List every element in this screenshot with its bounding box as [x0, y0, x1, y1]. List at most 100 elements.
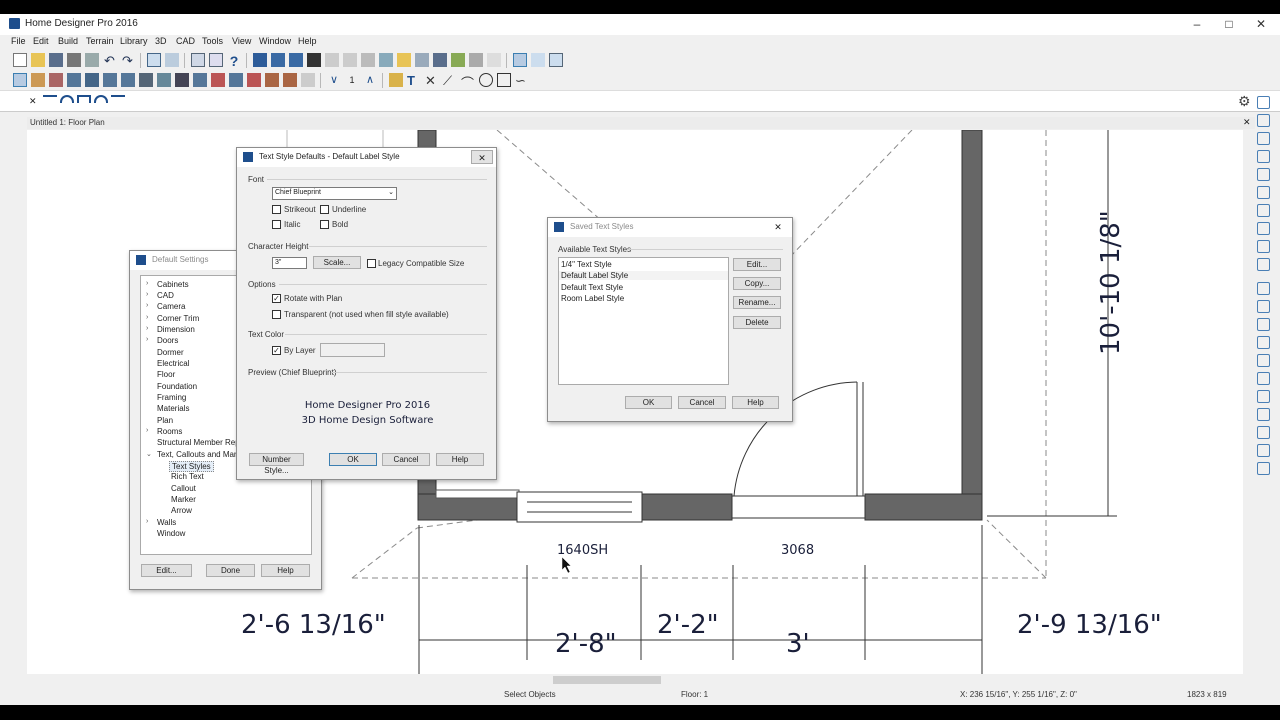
arch-icon[interactable] [60, 95, 74, 103]
help-button[interactable]: Help [261, 564, 310, 577]
tool-icon[interactable] [1257, 258, 1270, 271]
tool-icon[interactable] [415, 53, 429, 67]
help-button[interactable]: Help [732, 396, 779, 409]
cancel-button[interactable]: Cancel [382, 453, 430, 466]
menu-3d[interactable]: 3D [155, 36, 167, 46]
menu-file[interactable]: File [11, 36, 26, 46]
tool-icon[interactable] [469, 53, 483, 67]
footprints-icon[interactable] [307, 53, 321, 67]
number-style-button[interactable]: Number Style... [249, 453, 304, 475]
menu-terrain[interactable]: Terrain [86, 36, 114, 46]
layout-icon[interactable] [191, 53, 205, 67]
wall-icon[interactable] [49, 73, 63, 87]
expand-icon[interactable]: › [146, 314, 148, 321]
tool-icon[interactable] [229, 73, 243, 87]
cad-x-icon[interactable]: ✕ [425, 73, 439, 88]
menu-edit[interactable]: Edit [33, 36, 49, 46]
tool-icon[interactable] [1257, 300, 1270, 313]
spline-icon[interactable]: ∽ [515, 73, 529, 88]
underline-checkbox[interactable] [320, 205, 329, 214]
tree-item[interactable]: Framing [157, 393, 186, 402]
tool-icon[interactable] [1257, 426, 1270, 439]
expand-icon[interactable]: › [146, 302, 148, 309]
tool-icon[interactable] [193, 73, 207, 87]
tree-item[interactable]: Doors [157, 336, 178, 345]
tree-item[interactable]: Plan [157, 416, 173, 425]
expand-icon[interactable]: › [146, 518, 148, 525]
floor-up-icon[interactable] [271, 53, 285, 67]
cancel-button[interactable]: Cancel [678, 396, 726, 409]
tool-icon[interactable] [31, 73, 45, 87]
tree-item[interactable]: Structural Member Rep [157, 438, 240, 447]
bold-checkbox[interactable] [320, 220, 329, 229]
tree-item[interactable]: Text, Callouts and Mark [157, 450, 241, 459]
select-objects-icon[interactable] [13, 73, 27, 87]
font-select[interactable]: Chief Blueprint ⌄ [272, 187, 397, 200]
menu-cad[interactable]: CAD [176, 36, 195, 46]
tree-item[interactable]: CAD [157, 291, 174, 300]
close-window-button[interactable]: ✕ [1247, 16, 1275, 32]
tree-item[interactable]: Arrow [171, 506, 192, 515]
cabinet-icon[interactable] [121, 73, 135, 87]
ok-button[interactable]: OK [329, 453, 377, 466]
tree-item[interactable]: Camera [157, 302, 185, 311]
circle-icon[interactable] [479, 73, 493, 87]
zoom-in-icon[interactable] [1257, 114, 1270, 127]
new-file-icon[interactable] [13, 53, 27, 67]
undo-icon[interactable]: ↶ [104, 53, 118, 68]
tree-item[interactable]: Dimension [157, 325, 195, 334]
tree-item-selected[interactable]: Text Styles [169, 461, 214, 472]
strikeout-checkbox[interactable] [272, 205, 281, 214]
tool-icon[interactable] [247, 73, 261, 87]
expand-icon[interactable]: › [146, 325, 148, 332]
scale-button[interactable]: Scale... [313, 256, 361, 269]
tool-icon[interactable] [157, 73, 171, 87]
tool-icon[interactable] [85, 73, 99, 87]
dimension-icon[interactable] [389, 73, 403, 87]
tool-icon[interactable] [1257, 168, 1270, 181]
style-item[interactable]: Room Label Style [561, 294, 624, 303]
color-swatch[interactable] [320, 343, 385, 357]
menu-build[interactable]: Build [58, 36, 78, 46]
delete-style-button[interactable]: Delete [733, 316, 781, 329]
print-icon[interactable] [67, 53, 81, 67]
tool-icon[interactable] [531, 53, 545, 67]
tool-icon[interactable] [301, 73, 315, 87]
pliers-icon[interactable] [165, 53, 179, 67]
zoom-out-icon[interactable] [1257, 132, 1270, 145]
tool-icon[interactable] [1257, 408, 1270, 421]
tool-icon[interactable] [265, 73, 279, 87]
minimize-button[interactable]: – [1183, 16, 1211, 32]
transparent-checkbox[interactable] [272, 310, 281, 319]
stairs-icon[interactable] [175, 73, 189, 87]
style-item[interactable]: 1/4" Text Style [561, 260, 612, 269]
tool-icon[interactable] [361, 53, 375, 67]
italic-checkbox[interactable] [272, 220, 281, 229]
chevron-down-icon[interactable]: ∨ [327, 73, 341, 87]
rectangle-icon[interactable] [497, 73, 511, 87]
menu-view[interactable]: View [232, 36, 251, 46]
tool-icon[interactable] [1257, 150, 1270, 163]
tool-icon[interactable] [1257, 372, 1270, 385]
tool-icon[interactable] [1257, 240, 1270, 253]
tree-item[interactable]: Corner Trim [157, 314, 199, 323]
done-button[interactable]: Done [206, 564, 255, 577]
layer-icon[interactable] [209, 53, 223, 67]
close-icon[interactable]: ✕ [471, 150, 493, 164]
collapse-icon[interactable]: ⌄ [146, 450, 152, 458]
gear-icon[interactable]: ⚙ [1238, 93, 1251, 110]
bar-icon[interactable] [43, 95, 57, 103]
tool-icon[interactable] [1257, 354, 1270, 367]
close-icon[interactable]: ✕ [767, 220, 789, 234]
edit-style-button[interactable]: Edit... [733, 258, 781, 271]
tree-item[interactable]: Materials [157, 404, 189, 413]
scrollbar-thumb[interactable] [553, 676, 661, 684]
tool-icon[interactable] [343, 53, 357, 67]
zoom-icon[interactable] [1257, 96, 1270, 109]
tree-item[interactable]: Callout [171, 484, 196, 493]
menu-window[interactable]: Window [259, 36, 291, 46]
menu-library[interactable]: Library [120, 36, 148, 46]
tree-item[interactable]: Cabinets [157, 280, 189, 289]
maximize-button[interactable]: □ [1215, 16, 1243, 32]
tool-icon[interactable] [1257, 186, 1270, 199]
